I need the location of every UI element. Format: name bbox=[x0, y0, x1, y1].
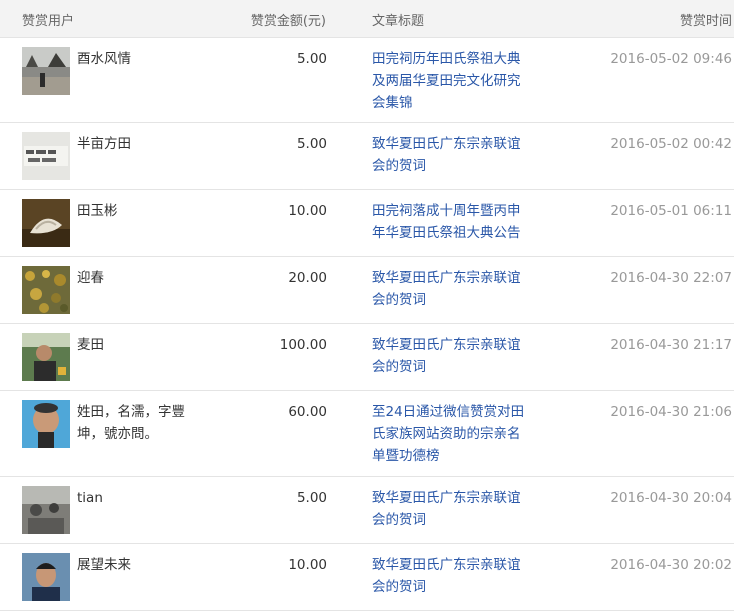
user-name: 半亩方田 bbox=[77, 136, 131, 152]
donation-amount: 100.00 bbox=[279, 337, 327, 353]
user-name: 姓田，名濡，字豐坤，號亦問。 bbox=[77, 404, 185, 442]
user-name: tian bbox=[77, 490, 103, 506]
header-user: 赞赏用户 bbox=[22, 14, 75, 29]
table-row: 迎春 20.00 致华夏田氏广东宗亲联谊会的贺词 2016-04-30 22:0… bbox=[0, 257, 734, 324]
article-title-link[interactable]: 致华夏田氏广东宗亲联谊会的贺词 bbox=[372, 487, 532, 531]
header-title: 文章标题 bbox=[372, 14, 425, 29]
donation-time: 2016-05-02 09:46 bbox=[610, 51, 732, 67]
user-name: 展望未来 bbox=[77, 557, 131, 573]
user-name: 田玉彬 bbox=[77, 203, 118, 219]
donation-time: 2016-04-30 21:17 bbox=[610, 337, 732, 353]
article-title-link[interactable]: 致华夏田氏广东宗亲联谊会的贺词 bbox=[372, 554, 532, 598]
article-title-link[interactable]: 致华夏田氏广东宗亲联谊会的贺词 bbox=[372, 133, 532, 177]
donation-amount: 10.00 bbox=[288, 557, 327, 573]
user-name: 迎春 bbox=[77, 270, 104, 286]
avatar[interactable] bbox=[22, 47, 70, 95]
donation-time: 2016-04-30 20:04 bbox=[610, 490, 732, 506]
donation-time: 2016-05-02 00:42 bbox=[610, 136, 732, 152]
article-title-link[interactable]: 田完祠落成十周年暨丙申年华夏田氏祭祖大典公告 bbox=[372, 200, 532, 244]
header-time: 赞赏时间 bbox=[679, 14, 732, 29]
donation-time: 2016-05-01 06:11 bbox=[610, 203, 732, 219]
table-row: tian 5.00 致华夏田氏广东宗亲联谊会的贺词 2016-04-30 20:… bbox=[0, 477, 734, 544]
avatar[interactable] bbox=[22, 132, 70, 180]
avatar[interactable] bbox=[22, 553, 70, 601]
article-title-link[interactable]: 田完祠历年田氏祭祖大典及两届华夏田完文化研究会集锦 bbox=[372, 48, 532, 114]
user-name: 酉水风情 bbox=[77, 51, 131, 67]
table-row: 半亩方田 5.00 致华夏田氏广东宗亲联谊会的贺词 2016-05-02 00:… bbox=[0, 123, 734, 190]
donation-amount: 5.00 bbox=[296, 51, 327, 67]
avatar[interactable] bbox=[22, 266, 70, 314]
avatar[interactable] bbox=[22, 199, 70, 247]
table-row: 田玉彬 10.00 田完祠落成十周年暨丙申年华夏田氏祭祖大典公告 2016-05… bbox=[0, 190, 734, 257]
donation-time: 2016-04-30 22:07 bbox=[610, 270, 732, 286]
article-title-link[interactable]: 至24日通过微信赞赏对田氏家族网站资助的宗亲名单暨功德榜 bbox=[372, 401, 532, 467]
donation-time: 2016-04-30 21:06 bbox=[610, 404, 732, 420]
table-row: 姓田，名濡，字豐坤，號亦問。 60.00 至24日通过微信赞赏对田氏家族网站资助… bbox=[0, 391, 734, 477]
user-name: 麦田 bbox=[77, 337, 104, 353]
donation-amount: 60.00 bbox=[288, 404, 327, 420]
donation-amount: 20.00 bbox=[288, 270, 327, 286]
article-title-link[interactable]: 致华夏田氏广东宗亲联谊会的贺词 bbox=[372, 267, 532, 311]
avatar[interactable] bbox=[22, 400, 70, 448]
donation-time: 2016-04-30 20:02 bbox=[610, 557, 732, 573]
table-row: 麦田 100.00 致华夏田氏广东宗亲联谊会的贺词 2016-04-30 21:… bbox=[0, 324, 734, 391]
avatar[interactable] bbox=[22, 486, 70, 534]
avatar[interactable] bbox=[22, 333, 70, 381]
article-title-link[interactable]: 致华夏田氏广东宗亲联谊会的贺词 bbox=[372, 334, 532, 378]
donation-amount: 5.00 bbox=[296, 490, 327, 506]
header-amount: 赞赏金额(元) bbox=[250, 14, 326, 29]
donation-amount: 10.00 bbox=[288, 203, 327, 219]
table-header: 赞赏用户 赞赏金额(元) 文章标题 赞赏时间 bbox=[0, 0, 734, 38]
donation-table: 赞赏用户 赞赏金额(元) 文章标题 赞赏时间 酉水风情 5.00 田完祠历年田氏… bbox=[0, 0, 734, 611]
table-row: 酉水风情 5.00 田完祠历年田氏祭祖大典及两届华夏田完文化研究会集锦 2016… bbox=[0, 38, 734, 123]
donation-amount: 5.00 bbox=[296, 136, 327, 152]
